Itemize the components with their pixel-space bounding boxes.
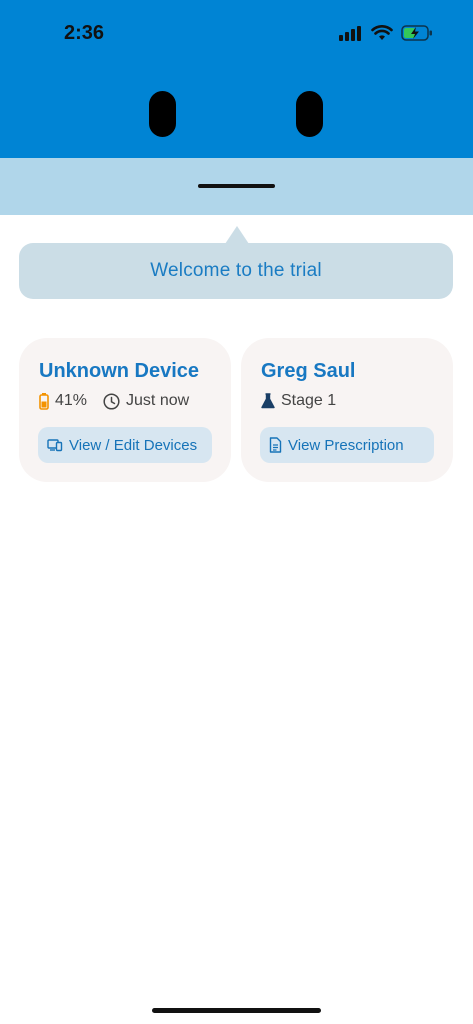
cellular-signal-icon: [339, 25, 363, 41]
wifi-icon: [371, 25, 393, 41]
clock-icon: [103, 392, 120, 410]
header: 2:36: [0, 0, 473, 158]
devices-icon: [47, 438, 63, 452]
view-edit-devices-label: View / Edit Devices: [69, 436, 198, 454]
view-prescription-label: View Prescription: [288, 436, 404, 454]
device-battery: 41%: [39, 392, 87, 410]
right-eye-graphic: [296, 91, 323, 137]
stage-text: Stage 1: [281, 392, 337, 409]
status-time: 2:36: [64, 22, 105, 44]
status-icons: [339, 25, 433, 41]
home-indicator[interactable]: [152, 1008, 321, 1013]
patient-stage: Stage 1: [261, 392, 336, 410]
device-card: Unknown Device 41% Just now View / Edit …: [19, 338, 231, 482]
tooltip-arrow: [225, 226, 249, 244]
view-prescription-button[interactable]: View Prescription: [260, 427, 434, 463]
left-eye-graphic: [149, 91, 176, 137]
battery-icon: [39, 392, 49, 410]
patient-meta: Stage 1: [261, 392, 336, 410]
last-seen-text: Just now: [126, 392, 190, 409]
welcome-tooltip: Welcome to the trial: [19, 243, 453, 299]
device-meta: 41% Just now: [39, 392, 189, 410]
drawer-header[interactable]: [0, 158, 473, 215]
view-edit-devices-button[interactable]: View / Edit Devices: [38, 427, 212, 463]
flask-icon: [261, 393, 275, 409]
battery-charging-icon: [401, 25, 433, 41]
device-title: Unknown Device: [39, 360, 200, 382]
battery-percent: 41%: [55, 392, 88, 409]
patient-name: Greg Saul: [261, 360, 356, 382]
device-last-seen: Just now: [103, 392, 189, 410]
patient-card: Greg Saul Stage 1 View Prescription: [241, 338, 453, 482]
tooltip-text: Welcome to the trial: [150, 260, 322, 281]
document-icon: [269, 437, 282, 453]
drawer-handle[interactable]: [198, 184, 275, 188]
